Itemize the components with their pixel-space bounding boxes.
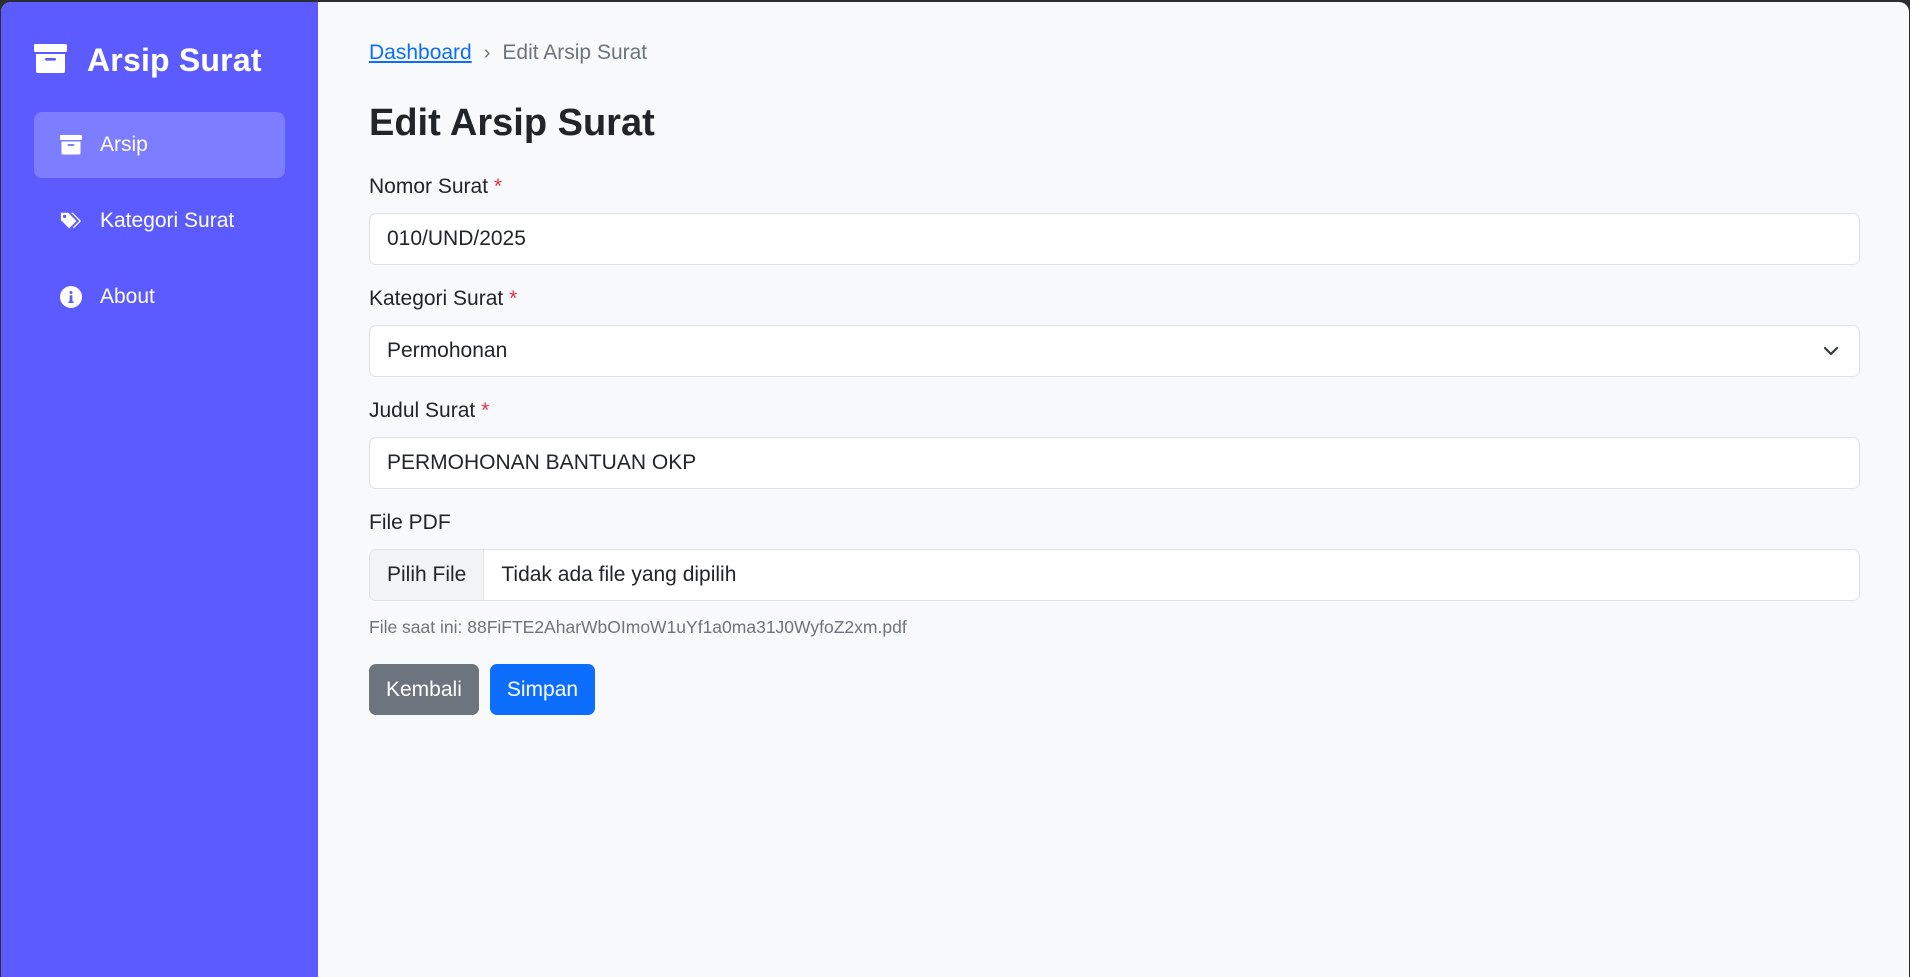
current-file-text: File saat ini: 88FiFTE2AharWbOImoW1uYf1a… [369, 617, 907, 637]
nomor-surat-label: Nomor Surat * [369, 175, 1860, 199]
sidebar-item-kategori-surat[interactable]: Kategori Surat [34, 188, 285, 254]
nomor-surat-field: Nomor Surat * 010/UND/2025 [369, 175, 1860, 265]
judul-surat-label-text: Judul Surat [369, 399, 476, 422]
judul-surat-field: Judul Surat * PERMOHONAN BANTUAN OKP [369, 399, 1860, 489]
back-button[interactable]: Kembali [369, 664, 479, 715]
nomor-surat-value: 010/UND/2025 [387, 227, 526, 250]
kategori-surat-field: Kategori Surat * Permohonan [369, 287, 1860, 377]
choose-file-button[interactable]: Pilih File [370, 550, 485, 600]
breadcrumb-current: Edit Arsip Surat [502, 41, 648, 64]
kategori-surat-select[interactable]: Permohonan [369, 325, 1860, 377]
file-status: Tidak ada file yang dipilih [501, 563, 737, 586]
tags-icon [60, 210, 82, 232]
sidebar-item-about[interactable]: About [34, 264, 285, 330]
file-pdf-input[interactable]: Pilih File Tidak ada file yang dipilih [369, 549, 1860, 601]
info-circle-icon [60, 286, 82, 308]
archive-icon [34, 43, 67, 77]
breadcrumb-separator: › [483, 41, 491, 64]
app-window: Arsip Surat Arsip Kategori Surat About D… [1, 2, 1909, 977]
required-marker: * [493, 175, 503, 198]
sidebar: Arsip Surat Arsip Kategori Surat About [1, 2, 318, 977]
page-title: Edit Arsip Surat [369, 102, 655, 144]
required-marker: * [481, 399, 490, 422]
nomor-surat-input[interactable]: 010/UND/2025 [369, 213, 1860, 265]
file-pdf-field: File PDF Pilih File Tidak ada file yang … [369, 511, 1860, 638]
file-pdf-label: File PDF [369, 511, 451, 534]
kategori-surat-label: Kategori Surat * [369, 287, 1860, 311]
required-marker: * [509, 287, 518, 310]
chevron-down-icon [1822, 342, 1840, 360]
brand-title: Arsip Surat [87, 41, 262, 78]
kategori-surat-value: Permohonan [387, 339, 508, 362]
archive-icon [60, 134, 82, 156]
sidebar-item-arsip[interactable]: Arsip [34, 112, 285, 178]
judul-surat-input[interactable]: PERMOHONAN BANTUAN OKP [369, 437, 1860, 489]
kategori-surat-label-text: Kategori Surat [369, 287, 504, 310]
breadcrumb-dashboard-link[interactable]: Dashboard [369, 41, 472, 65]
save-button[interactable]: Simpan [489, 664, 596, 715]
sidebar-item-label: Arsip [100, 133, 148, 156]
main-content: Dashboard › Edit Arsip Surat Edit Arsip … [318, 2, 1909, 977]
brand[interactable]: Arsip Surat [1, 38, 318, 82]
judul-surat-label: Judul Surat * [369, 399, 1860, 423]
judul-surat-value: PERMOHONAN BANTUAN OKP [387, 451, 697, 474]
breadcrumb: Dashboard › Edit Arsip Surat [369, 38, 1860, 68]
sidebar-item-label: About [100, 285, 155, 308]
nomor-surat-label-text: Nomor Surat [369, 175, 489, 198]
form-actions: Kembali Simpan [369, 664, 1860, 715]
sidebar-item-label: Kategori Surat [100, 209, 235, 232]
